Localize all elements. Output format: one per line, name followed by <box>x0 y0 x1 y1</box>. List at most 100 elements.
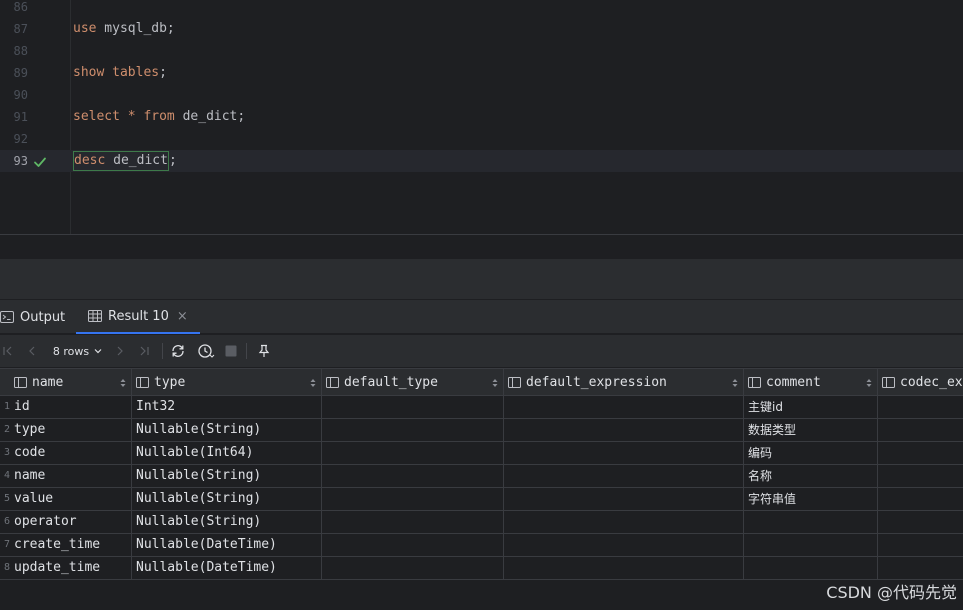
table-cell[interactable]: Nullable(DateTime) <box>132 557 322 579</box>
code-line[interactable]: 89 show tables; <box>0 62 963 84</box>
sort-icon[interactable] <box>310 378 316 388</box>
code-line[interactable]: 90 <box>0 84 963 106</box>
table-row[interactable]: 8 update_time Nullable(DateTime) <box>0 557 963 580</box>
code-line[interactable]: 91 select * from de_dict; <box>0 106 963 128</box>
table-cell[interactable]: Nullable(DateTime) <box>132 534 322 556</box>
next-page-icon[interactable] <box>114 343 126 359</box>
code-line[interactable]: 88 <box>0 40 963 62</box>
column-header-default-expression[interactable]: default_expression <box>504 369 744 396</box>
rows-selector[interactable]: 8 rows <box>50 343 106 359</box>
column-header-name[interactable]: name <box>10 369 132 396</box>
current-code-line[interactable]: 93 desc de_dict; <box>0 150 963 172</box>
column-header-codec-ex[interactable]: codec_ex <box>878 369 963 396</box>
table-cell[interactable]: operator <box>10 511 132 533</box>
table-cell[interactable]: Nullable(Int64) <box>132 442 322 464</box>
editor-scroll-area[interactable] <box>0 235 963 259</box>
table-cell[interactable] <box>504 511 744 533</box>
table-cell[interactable] <box>504 465 744 487</box>
table-cell[interactable] <box>878 396 963 418</box>
table-cell[interactable]: 数据类型 <box>744 419 878 441</box>
column-header-comment[interactable]: comment <box>744 369 878 396</box>
table-cell[interactable] <box>322 465 504 487</box>
table-cell[interactable] <box>744 557 878 579</box>
result-tabs: Output Result 10 × <box>0 300 963 334</box>
table-cell[interactable]: name <box>10 465 132 487</box>
table-cell[interactable] <box>878 419 963 441</box>
table-cell[interactable]: code <box>10 442 132 464</box>
table-cell[interactable] <box>878 442 963 464</box>
result-grid[interactable]: name type default_type default_expressio… <box>0 368 963 582</box>
sort-icon[interactable] <box>866 378 872 388</box>
table-cell[interactable] <box>504 534 744 556</box>
table-cell[interactable]: Nullable(String) <box>132 465 322 487</box>
table-cell[interactable] <box>504 419 744 441</box>
code-text: ; <box>168 153 177 168</box>
table-cell[interactable] <box>322 511 504 533</box>
tab-result-10[interactable]: Result 10 × <box>76 300 200 334</box>
table-cell[interactable] <box>504 396 744 418</box>
row-number: 5 <box>3 493 10 504</box>
sql-editor[interactable]: 86 87 use mysql_db; 88 89 show tables; 9… <box>0 0 963 234</box>
table-row[interactable]: 7 create_time Nullable(DateTime) <box>0 534 963 557</box>
keyword: desc <box>74 153 106 168</box>
last-page-icon[interactable] <box>138 343 150 359</box>
table-row[interactable]: 1 id Int32 主键id <box>0 396 963 419</box>
code-text: de_dict <box>105 153 168 168</box>
table-cell[interactable] <box>878 511 963 533</box>
sort-icon[interactable] <box>120 378 126 388</box>
table-cell[interactable]: 编码 <box>744 442 878 464</box>
table-cell[interactable] <box>878 534 963 556</box>
grid-header: name type default_type default_expressio… <box>0 368 963 396</box>
table-cell[interactable] <box>878 557 963 579</box>
code-line[interactable]: 92 <box>0 128 963 150</box>
table-cell[interactable] <box>322 557 504 579</box>
column-header-type[interactable]: type <box>132 369 322 396</box>
code-line[interactable]: 86 <box>0 0 963 18</box>
table-cell[interactable]: Nullable(String) <box>132 511 322 533</box>
sort-icon[interactable] <box>732 378 738 388</box>
column-header-default-type[interactable]: default_type <box>322 369 504 396</box>
close-icon[interactable]: × <box>177 309 188 324</box>
table-cell[interactable] <box>322 396 504 418</box>
table-cell[interactable] <box>322 419 504 441</box>
table-cell[interactable]: value <box>10 488 132 510</box>
table-cell[interactable] <box>322 442 504 464</box>
first-page-icon[interactable] <box>2 343 14 359</box>
table-cell[interactable] <box>322 534 504 556</box>
table-cell[interactable]: 字符串值 <box>744 488 878 510</box>
prev-page-icon[interactable] <box>26 343 38 359</box>
sort-icon[interactable] <box>492 378 498 388</box>
table-cell[interactable] <box>878 488 963 510</box>
table-cell[interactable]: Nullable(String) <box>132 488 322 510</box>
table-row[interactable]: 3 code Nullable(Int64) 编码 <box>0 442 963 465</box>
table-cell[interactable]: id <box>10 396 132 418</box>
tab-output[interactable]: Output <box>0 300 65 334</box>
history-icon[interactable] <box>197 343 215 359</box>
table-row[interactable]: 4 name Nullable(String) 名称 <box>0 465 963 488</box>
table-cell[interactable] <box>322 488 504 510</box>
table-cell[interactable] <box>878 465 963 487</box>
table-row[interactable]: 5 value Nullable(String) 字符串值 <box>0 488 963 511</box>
pin-icon[interactable] <box>257 343 271 359</box>
table-cell[interactable] <box>744 511 878 533</box>
table-row[interactable]: 2 type Nullable(String) 数据类型 <box>0 419 963 442</box>
table-cell[interactable] <box>504 488 744 510</box>
keyword: use <box>73 21 97 36</box>
table-cell[interactable]: 名称 <box>744 465 878 487</box>
table-cell[interactable]: 主键id <box>744 396 878 418</box>
table-cell[interactable] <box>504 442 744 464</box>
table-cell[interactable]: type <box>10 419 132 441</box>
code-line[interactable]: 87 use mysql_db; <box>0 18 963 40</box>
table-cell[interactable]: update_time <box>10 557 132 579</box>
table-cell[interactable]: Nullable(String) <box>132 419 322 441</box>
refresh-icon[interactable] <box>170 343 186 359</box>
table-cell[interactable]: create_time <box>10 534 132 556</box>
table-cell[interactable] <box>744 534 878 556</box>
column-header-label: comment <box>766 375 821 390</box>
table-cell[interactable]: Int32 <box>132 396 322 418</box>
stop-icon[interactable] <box>224 343 238 359</box>
line-number: 89 <box>13 66 28 80</box>
table-row[interactable]: 6 operator Nullable(String) <box>0 511 963 534</box>
table-cell[interactable] <box>504 557 744 579</box>
table-icon <box>88 310 102 322</box>
